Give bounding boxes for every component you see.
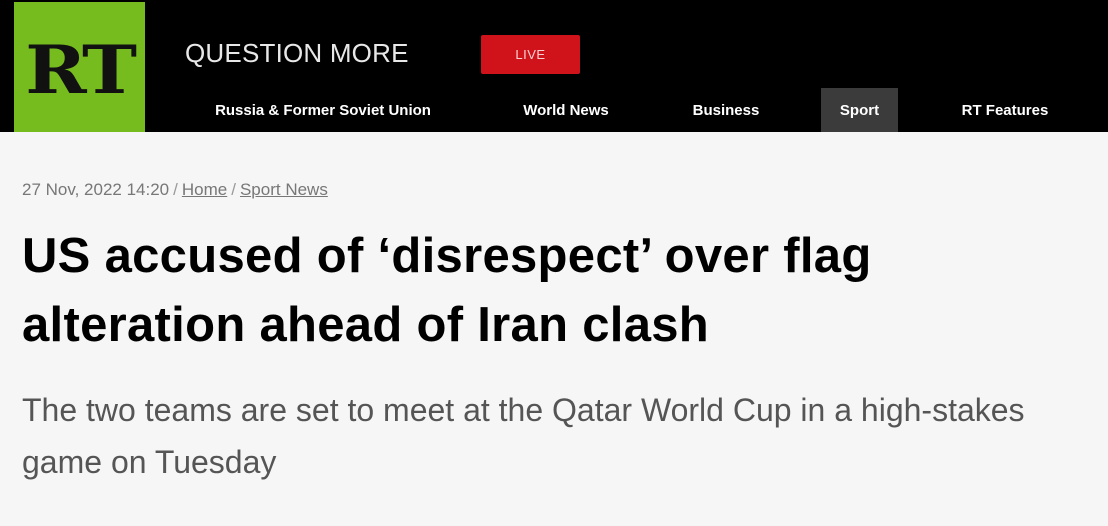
- live-button[interactable]: LIVE: [481, 35, 580, 74]
- breadcrumb-home-link[interactable]: Home: [182, 180, 227, 199]
- breadcrumb-separator: /: [173, 180, 178, 199]
- breadcrumb: 27 Nov, 2022 14:20/Home / Sport News: [22, 180, 328, 200]
- breadcrumb-sport-news-link[interactable]: Sport News: [240, 180, 328, 199]
- site-header: RT QUESTION MORE LIVE Russia & Former So…: [0, 0, 1108, 132]
- breadcrumb-separator: /: [231, 180, 236, 199]
- nav-item-world-news[interactable]: World News: [500, 88, 632, 132]
- article-date: 27 Nov, 2022 14:20: [22, 180, 170, 199]
- tagline: QUESTION MORE: [185, 38, 409, 68]
- nav-item-business[interactable]: Business: [672, 88, 780, 132]
- article-summary: The two teams are set to meet at the Qat…: [22, 392, 1025, 480]
- nav-item-sport[interactable]: Sport: [821, 88, 898, 132]
- nav-item-russia[interactable]: Russia & Former Soviet Union: [186, 88, 460, 132]
- article-headline: US accused of ‘disrespect’ over flag alt…: [22, 229, 872, 352]
- rt-logo[interactable]: RT: [14, 2, 145, 132]
- nav-item-rt-features[interactable]: RT Features: [940, 88, 1070, 132]
- logo-text: RT: [25, 31, 137, 109]
